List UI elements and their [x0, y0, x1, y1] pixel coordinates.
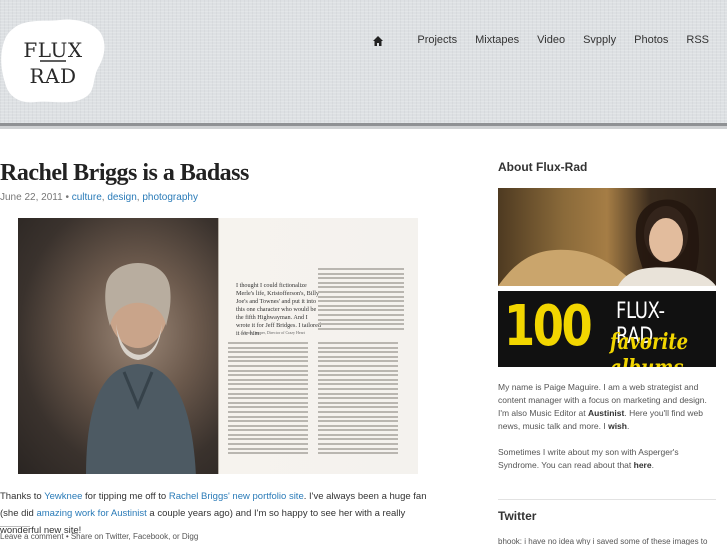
nav-projects[interactable]: Projects — [417, 34, 457, 46]
link-wish[interactable]: wish — [608, 421, 627, 431]
main-nav: Projects Mixtapes Video Svpply Photos RS… — [372, 34, 709, 46]
divider — [498, 499, 716, 500]
tweet-preview[interactable]: bhook: i have no idea why i saved some o… — [498, 537, 707, 545]
about-heading: About Flux-Rad — [498, 160, 588, 174]
link-austinist[interactable]: Austinist — [588, 408, 624, 418]
post-image[interactable]: I thought I could fictionalize Merle's l… — [18, 218, 418, 474]
post-title[interactable]: Rachel Briggs is a Badass — [0, 160, 249, 187]
site-header: FLUX RAD Projects Mixtapes Video Svpply … — [0, 0, 727, 129]
link-portfolio[interactable]: Rachel Briggs' new portfolio site — [169, 491, 304, 502]
logo-text-top: FLUX — [23, 38, 83, 62]
bio-text: My name is Paige Maguire. I am a web str… — [498, 382, 707, 431]
link-yewknee[interactable]: Yewknee — [44, 491, 82, 502]
nav-photos[interactable]: Photos — [634, 34, 668, 46]
category-design[interactable]: design — [107, 192, 136, 203]
favorite-albums-banner[interactable]: 100 FLUX-RAD favorite albums — [498, 291, 716, 367]
body-text: Thanks to — [0, 491, 45, 502]
nav-video[interactable]: Video — [537, 34, 565, 46]
site-logo[interactable]: FLUX RAD — [0, 18, 106, 104]
nav-svpply[interactable]: Svpply — [583, 34, 616, 46]
nav-mixtapes[interactable]: Mixtapes — [475, 34, 519, 46]
post-date: June 22, 2011 — [0, 192, 63, 203]
image-quote-credit: —Scott Cooper, Director of Crazy Heart — [240, 330, 305, 335]
post-meta: June 22, 2011 • culture, design, photogr… — [0, 192, 198, 203]
magazine-text-column-top — [318, 268, 404, 332]
magazine-text-column-right — [318, 342, 398, 457]
divider — [0, 526, 30, 527]
portrait-figure — [86, 263, 196, 474]
photo-woman — [498, 199, 716, 286]
link-austinist-work[interactable]: amazing work for Austinist — [36, 508, 146, 519]
about-photo — [498, 188, 716, 286]
category-culture[interactable]: culture — [72, 192, 102, 203]
home-icon[interactable] — [372, 34, 384, 46]
albums-subtitle: favorite albums — [610, 329, 689, 367]
magazine-text-column-left — [228, 342, 308, 457]
nav-rss[interactable]: RSS — [686, 34, 709, 46]
twitter-heading: Twitter — [498, 509, 537, 523]
link-here[interactable]: here — [634, 460, 652, 470]
post-footer-links[interactable]: Leave a comment • Share on Twitter, Face… — [0, 532, 198, 541]
albums-number: 100 — [504, 294, 593, 359]
category-photography[interactable]: photography — [142, 192, 198, 203]
bio-asperger-text: Sometimes I write about my son with Aspe… — [498, 447, 679, 470]
body-text: for tipping me off to — [82, 491, 169, 502]
logo-text-bottom: RAD — [29, 64, 77, 88]
meta-separator: • — [65, 192, 69, 203]
